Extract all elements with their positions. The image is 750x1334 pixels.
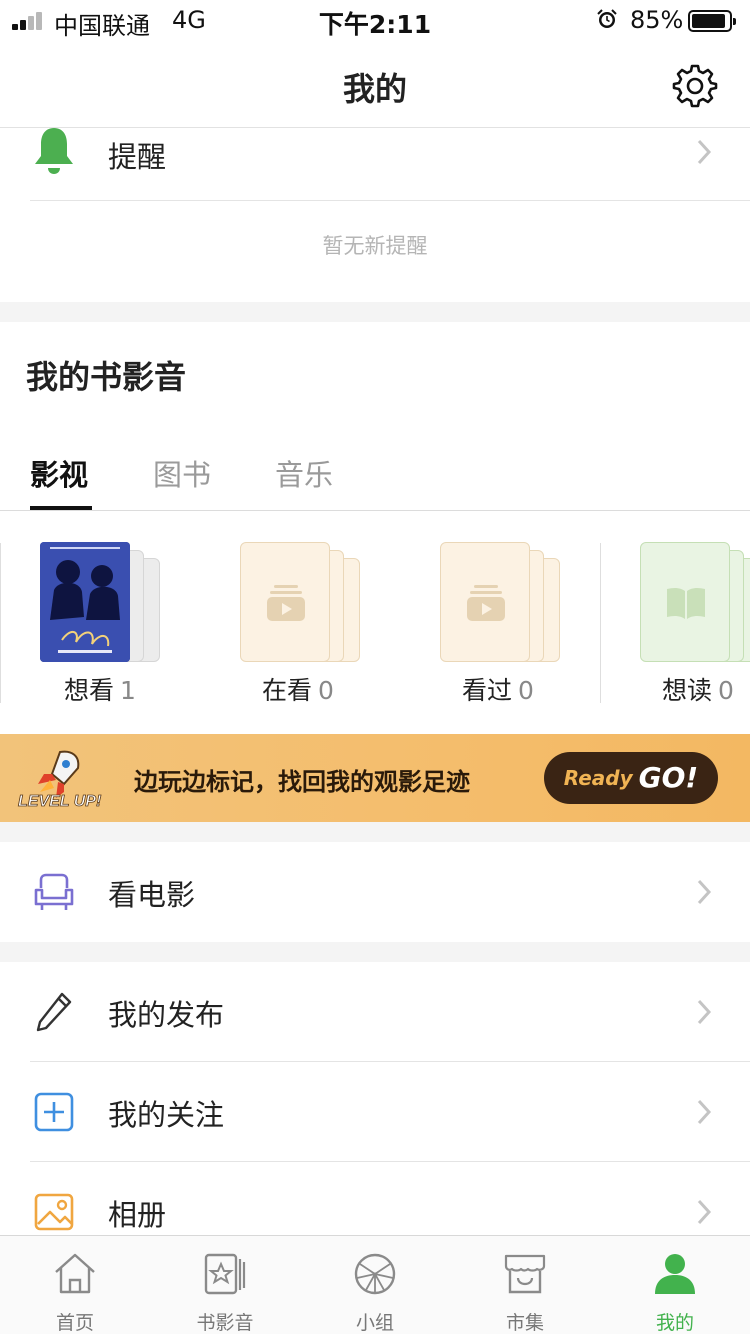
gear-icon[interactable] [672,62,718,108]
home-icon [55,1253,95,1294]
shelf-want-watch[interactable] [40,542,162,662]
level-up-text: LEVEL UP! [18,793,102,810]
media-icon [204,1253,246,1295]
empty-reminder-text: 暂无新提醒 [322,234,428,258]
page-title: 我的 [342,70,407,108]
menu-label-album: 相册 [108,1198,167,1232]
menu-label-my-follows: 我的关注 [108,1098,225,1132]
tab-movies[interactable]: 影视 [30,452,88,494]
poster-art-icon [40,542,130,662]
group-icon [354,1253,396,1295]
tab-label: 我的 [655,1312,694,1334]
tab-bar: 首页 书影音 小组 市集 我的 [0,1235,750,1334]
rocket-icon: LEVEL UP! [18,750,102,810]
media-tabs: 影视 图书 音乐 [0,440,750,511]
chevron-right-icon [697,1099,712,1125]
chevron-right-icon [697,999,712,1025]
section-gap [0,822,750,842]
banner-text: 边玩边标记，找回我的观影足迹 [134,768,470,796]
tab-label: 市集 [505,1312,544,1334]
battery-icon [688,10,736,32]
shelf-watched[interactable] [440,542,562,662]
book-placeholder-icon [667,587,705,619]
profile-icon [655,1254,695,1294]
status-bar: 中国联通 4G 下午2:11 85% [0,0,750,42]
tab-label: 首页 [55,1312,94,1334]
tab-label: 小组 [355,1312,394,1334]
shelf-label: 想看 1 [64,676,136,705]
tab-music[interactable]: 音乐 [275,452,333,494]
section-gap [0,942,750,962]
movie-poster[interactable] [40,542,130,662]
tab-books[interactable]: 图书 [153,452,211,494]
media-section-title: 我的书影音 [26,358,187,396]
image-icon [34,1193,74,1231]
go-label: GO! [638,761,699,794]
menu-item-my-follows[interactable]: 我的关注 [0,1062,750,1162]
market-icon [504,1254,546,1294]
shelf-divider [600,543,601,703]
menu-item-movies[interactable]: 看电影 [0,842,750,942]
shelf-divider [0,543,1,703]
shelf-label: 看过 0 [462,676,534,705]
bell-icon [35,128,73,174]
card-front [440,542,530,662]
tab-label: 书影音 [196,1312,254,1334]
card-front [640,542,730,662]
alarm-icon [597,9,617,28]
ready-go-button[interactable]: Ready GO! [544,752,718,804]
reminder-label: 提醒 [108,140,167,174]
tab-home[interactable]: 首页 [0,1236,150,1334]
tab-underline [30,506,92,510]
battery-percent: 85% [630,6,684,34]
pencil-icon [36,992,72,1032]
tab-profile[interactable]: 我的 [600,1236,750,1334]
nav-bar: 我的 [0,42,750,128]
shelf-label: 在看 0 [262,676,334,705]
divider [30,200,750,201]
menu-label-movies: 看电影 [108,878,196,912]
chevron-right-icon [697,139,712,165]
media-shelf: 想看 1 在看 0 看过 0 想读 0 [0,511,750,733]
tab-market[interactable]: 市集 [450,1236,600,1334]
video-placeholder-icon [467,585,505,621]
card-front [240,542,330,662]
chevron-right-icon [697,879,712,905]
shelf-want-read[interactable] [640,542,750,662]
reminder-row[interactable]: 提醒 [0,128,750,201]
ready-label: Ready [563,766,633,790]
section-gap [0,302,750,322]
chevron-right-icon [697,1199,712,1225]
armchair-icon [34,873,74,910]
menu-item-my-posts[interactable]: 我的发布 [0,962,750,1062]
menu-label-my-posts: 我的发布 [108,998,225,1032]
tab-media[interactable]: 书影音 [150,1236,300,1334]
tab-groups[interactable]: 小组 [300,1236,450,1334]
shelf-watching[interactable] [240,542,362,662]
video-placeholder-icon [267,585,305,621]
shelf-label: 想读 0 [662,676,734,705]
add-square-icon [34,1092,74,1132]
level-up-banner[interactable]: LEVEL UP! 边玩边标记，找回我的观影足迹 Ready GO! [0,734,750,822]
